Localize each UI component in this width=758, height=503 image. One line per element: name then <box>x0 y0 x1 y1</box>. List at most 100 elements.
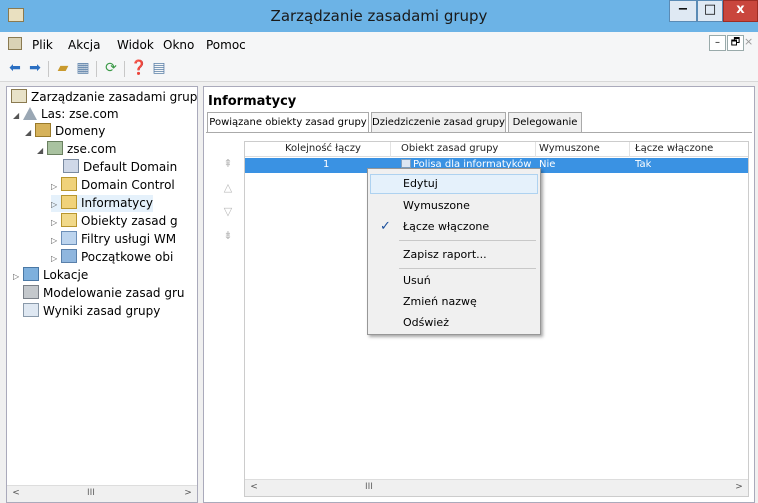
menu-action[interactable]: Akcja <box>68 38 100 52</box>
expand-arrow-icon[interactable]: ▷ <box>13 268 23 285</box>
toolbar-separator <box>96 61 97 77</box>
modeling-icon <box>23 285 39 299</box>
menu-help[interactable]: Pomoc <box>206 38 246 52</box>
scroll-thumb[interactable]: III <box>87 488 95 498</box>
properties-icon[interactable]: ▤ <box>150 60 168 77</box>
pane-title: Informatycy <box>208 94 297 109</box>
table-horizontal-scrollbar[interactable]: < III > <box>245 479 748 496</box>
tree-item-wmi-filters[interactable]: ▷ Filtry usługi WM <box>51 231 176 248</box>
tree-results[interactable]: Wyniki zasad grupy <box>23 303 160 320</box>
tab-panel-border <box>206 132 752 133</box>
collapse-arrow-icon[interactable]: ◢ <box>13 107 23 124</box>
tree-item-starter-gpos[interactable]: ▷ Początkowe obi <box>51 249 173 266</box>
menu-item-delete[interactable]: Usuń <box>370 271 538 291</box>
menu-separator <box>399 268 536 269</box>
column-enforced[interactable]: Wymuszone <box>539 143 600 154</box>
console-icon[interactable] <box>8 37 22 50</box>
menu-separator <box>399 240 536 241</box>
show-tree-icon[interactable]: ▦ <box>74 60 92 77</box>
column-divider[interactable] <box>629 142 630 157</box>
tree-modeling[interactable]: Modelowanie zasad gru <box>23 285 185 302</box>
menu-item-rename[interactable]: Zmień nazwę <box>370 292 538 312</box>
domains-icon <box>35 123 51 137</box>
cell-link-enabled: Tak <box>635 159 652 170</box>
expand-arrow-icon[interactable]: ▷ <box>51 196 61 213</box>
move-top-icon[interactable]: ⇞ <box>220 157 236 171</box>
forward-icon[interactable]: ➡ <box>26 60 44 77</box>
starter-gpo-icon <box>61 249 77 263</box>
expand-arrow-icon[interactable]: ▷ <box>51 250 61 267</box>
move-bottom-icon[interactable]: ⇟ <box>220 229 236 243</box>
gpo-icon <box>401 159 411 168</box>
cell-enforced: Nie <box>539 159 556 170</box>
refresh-icon[interactable]: ⟳ <box>102 60 120 77</box>
tree-item-default-domain[interactable]: Default Domain <box>63 159 177 176</box>
mdi-restore-button[interactable]: 🗗 <box>727 35 744 51</box>
back-icon[interactable]: ⬅ <box>6 60 24 77</box>
expand-arrow-icon[interactable]: ▷ <box>51 232 61 249</box>
up-folder-icon[interactable]: ▰ <box>54 60 72 77</box>
collapse-arrow-icon[interactable]: ◢ <box>37 142 47 159</box>
menu-item-refresh[interactable]: Odśwież <box>370 313 538 333</box>
cell-link-order: 1 <box>323 159 330 170</box>
tab-linked-gpos[interactable]: Powiązane obiekty zasad grupy <box>207 112 369 133</box>
menu-item-enforced[interactable]: Wymuszone <box>370 196 538 216</box>
column-gpo[interactable]: Obiekt zasad grupy <box>401 143 498 154</box>
tree-root[interactable]: Zarządzanie zasadami grupy <box>11 89 197 106</box>
menu-view[interactable]: Widok <box>117 38 154 52</box>
move-up-icon[interactable]: △ <box>220 181 236 195</box>
scroll-left-icon[interactable]: < <box>9 488 23 501</box>
scroll-thumb[interactable]: III <box>365 482 373 492</box>
table-header: Kolejność łączy Obiekt zasad grupy Wymus… <box>245 142 748 157</box>
column-link-order[interactable]: Kolejność łączy <box>285 143 361 154</box>
title-bar: Zarządzanie zasadami grupy − □ x <box>0 0 758 32</box>
toolbar-separator <box>48 61 49 77</box>
mdi-controls: – 🗗 × <box>708 35 754 51</box>
mdi-close-button[interactable]: × <box>744 35 754 48</box>
tab-inheritance[interactable]: Dziedziczenie zasad grupy <box>371 112 506 132</box>
domain-icon <box>47 141 63 155</box>
menu-bar: Plik Akcja Widok Okno Pomoc – 🗗 × <box>0 32 758 56</box>
help-icon[interactable]: ❓ <box>130 60 148 77</box>
menu-window[interactable]: Okno <box>163 38 194 52</box>
move-down-icon[interactable]: ▽ <box>220 205 236 219</box>
column-divider[interactable] <box>390 142 391 157</box>
close-button[interactable]: x <box>723 0 758 22</box>
maximize-button[interactable]: □ <box>697 0 723 22</box>
expand-arrow-icon[interactable]: ▷ <box>51 178 61 195</box>
tree-item-gpo-objects[interactable]: ▷ Obiekty zasad g <box>51 213 178 230</box>
minimize-button[interactable]: − <box>669 0 697 22</box>
column-link-enabled[interactable]: Łącze włączone <box>635 143 713 154</box>
wmi-filter-icon <box>61 231 77 245</box>
scroll-right-icon[interactable]: > <box>181 488 195 501</box>
toolbar-separator <box>124 61 125 77</box>
tree-item-informatycy[interactable]: ▷ Informatycy <box>51 195 153 212</box>
tree-sites[interactable]: ▷ Lokacje <box>13 267 88 284</box>
checkmark-icon: ✓ <box>380 219 391 234</box>
collapse-arrow-icon[interactable]: ◢ <box>25 124 35 141</box>
gpo-link-icon <box>63 159 79 173</box>
scroll-right-icon[interactable]: > <box>732 482 746 495</box>
tree-horizontal-scrollbar[interactable]: < III > <box>7 485 197 502</box>
mdi-minimize-button[interactable]: – <box>709 35 726 51</box>
sites-icon <box>23 267 39 281</box>
context-menu: Edytuj Wymuszone ✓ Łącze włączone Zapisz … <box>367 168 541 335</box>
menu-file[interactable]: Plik <box>32 38 53 52</box>
navigation-tree: Zarządzanie zasadami grupy ◢ Las: zse.com… <box>6 86 198 503</box>
menu-item-edit[interactable]: Edytuj <box>370 174 538 194</box>
results-icon <box>23 303 39 317</box>
tree-domain-zse[interactable]: ◢ zse.com <box>37 141 116 158</box>
column-divider[interactable] <box>535 142 536 157</box>
tree-forest[interactable]: ◢ Las: zse.com <box>13 106 119 123</box>
gpo-folder-icon <box>61 213 77 227</box>
tree-domains[interactable]: ◢ Domeny <box>25 123 105 140</box>
toolbar: ⬅ ➡ ▰ ▦ ⟳ ❓ ▤ <box>0 56 758 82</box>
ou-icon <box>61 195 77 209</box>
menu-item-link-enabled[interactable]: ✓ Łącze włączone <box>370 217 538 237</box>
scroll-left-icon[interactable]: < <box>247 482 261 495</box>
tree-item-domain-controllers[interactable]: ▷ Domain Control <box>51 177 175 194</box>
expand-arrow-icon[interactable]: ▷ <box>51 214 61 231</box>
tab-delegation[interactable]: Delegowanie <box>508 112 582 132</box>
window-title: Zarządzanie zasadami grupy <box>270 7 488 25</box>
menu-item-save-report[interactable]: Zapisz raport... <box>370 245 538 265</box>
